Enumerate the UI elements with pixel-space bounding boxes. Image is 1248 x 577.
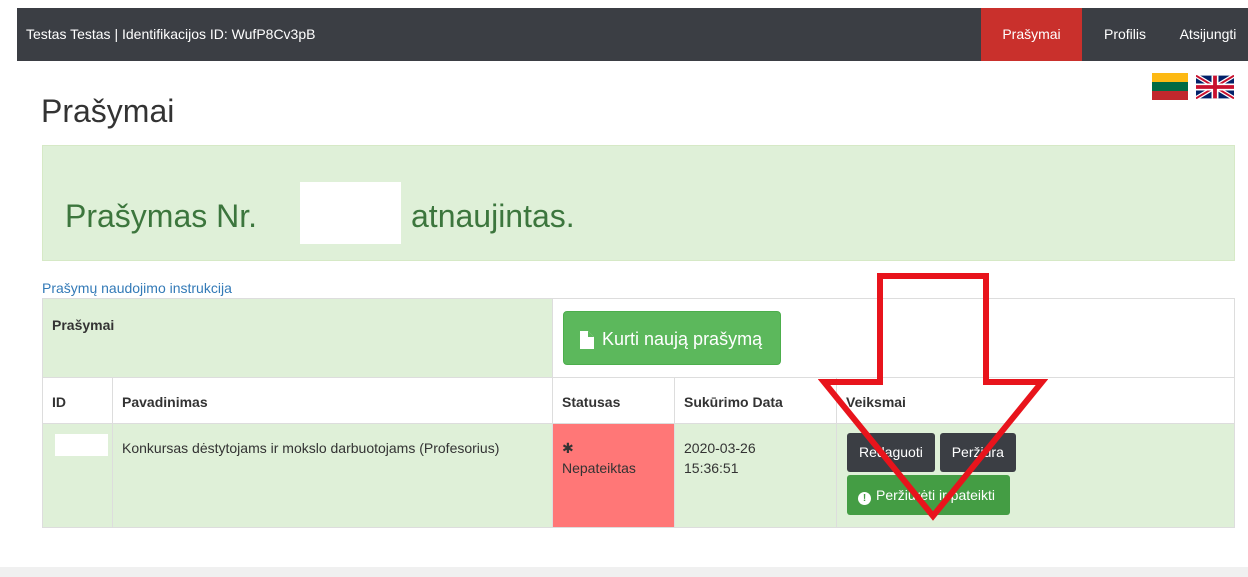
page-footer-band	[0, 567, 1248, 577]
create-cell: Kurti naują prašymą	[552, 298, 1235, 378]
page: Testas Testas | Identifikacijos ID: WufP…	[0, 0, 1248, 577]
lithuanian-flag-icon[interactable]	[1152, 73, 1188, 100]
instructions-link[interactable]: Prašymų naudojimo instrukcija	[42, 280, 232, 296]
table-header-row: ID Pavadinimas Statusas Sukūrimo Data Ve…	[42, 377, 1235, 424]
user-identity-label: Testas Testas | Identifikacijos ID: WufP…	[26, 26, 316, 42]
nav-item-logout[interactable]: Atsijungti	[1168, 8, 1248, 61]
nav-item-profile[interactable]: Profilis	[1082, 8, 1168, 61]
table-section-row: Prašymai Kurti naują prašymą	[42, 298, 1235, 378]
alert-text-prefix: Prašymas Nr.	[65, 198, 258, 234]
redacted-request-number	[300, 182, 401, 244]
redacted-id	[55, 434, 108, 456]
column-header-id: ID	[42, 377, 113, 424]
review-and-submit-button[interactable]: ! Peržiūrėti ir pateikti	[847, 475, 1011, 515]
row-time: 15:36:51	[684, 460, 739, 476]
view-button[interactable]: Peržiūra	[939, 433, 1016, 472]
success-alert: Prašymas Nr. atnaujintas.	[42, 145, 1235, 261]
table-row: Konkursas dėstytojams ir mokslo darbuoto…	[42, 423, 1235, 528]
review-and-submit-label: Peržiūrėti ir pateikti	[876, 487, 996, 503]
create-request-label: Kurti naują prašymą	[602, 329, 763, 349]
row-title: Konkursas dėstytojams ir mokslo darbuoto…	[112, 423, 553, 528]
column-header-actions: Veiksmai	[836, 377, 1235, 424]
top-navbar: Testas Testas | Identifikacijos ID: WufP…	[17, 8, 1248, 61]
alert-text-suffix: atnaujintas.	[411, 198, 575, 234]
row-date-cell: 2020-03-26 15:36:51	[674, 423, 837, 528]
column-header-title: Pavadinimas	[112, 377, 553, 424]
uk-flag-icon[interactable]	[1196, 75, 1234, 99]
requests-table: Prašymai Kurti naują prašymą ID Pavadini…	[42, 298, 1235, 528]
page-title: Prašymai	[41, 93, 175, 129]
column-header-status: Statusas	[552, 377, 675, 424]
row-id-cell	[42, 423, 113, 528]
row-actions-cell: Redaguoti Peržiūra ! Peržiūrėti ir pateik…	[836, 423, 1235, 528]
file-icon	[580, 331, 594, 350]
column-header-date: Sukūrimo Data	[674, 377, 837, 424]
create-request-button[interactable]: Kurti naują prašymą	[563, 311, 782, 365]
exclamation-icon: !	[858, 492, 871, 505]
section-label: Prašymai	[42, 298, 553, 378]
row-date: 2020-03-26	[684, 440, 756, 456]
nav-item-requests[interactable]: Prašymai	[981, 8, 1082, 61]
edit-button[interactable]: Redaguoti	[847, 433, 935, 472]
row-status-cell: ✱ Nepateiktas	[552, 423, 675, 528]
asterisk-icon: ✱	[562, 440, 574, 456]
row-status: Nepateiktas	[562, 460, 636, 476]
